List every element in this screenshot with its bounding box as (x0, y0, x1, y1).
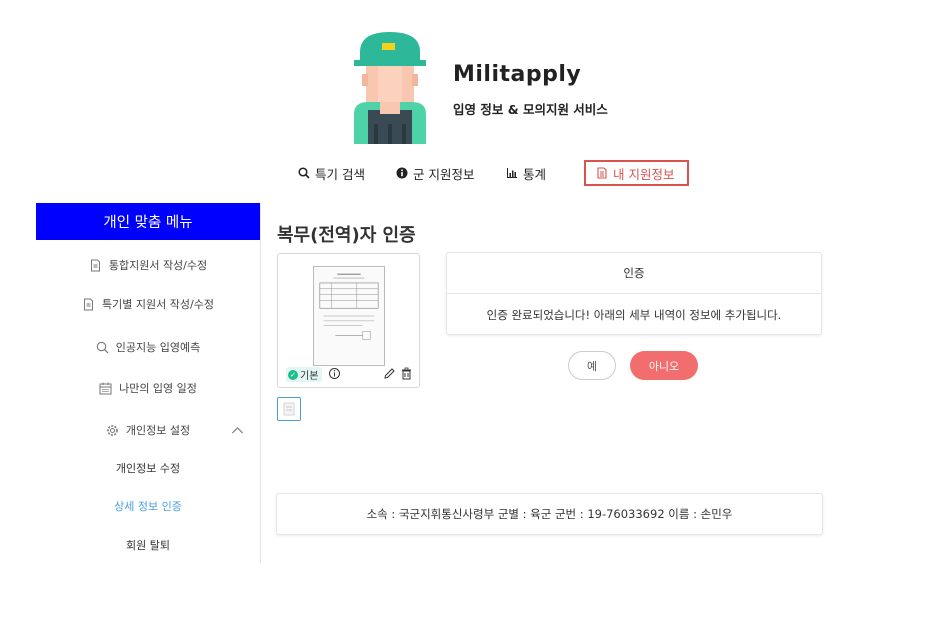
sidebar-item-label: 인공지능 입영예측 (115, 341, 201, 354)
check-circle-icon: ✓ (288, 369, 298, 380)
brand-title: Militapply (453, 62, 582, 87)
search-icon (96, 341, 109, 353)
document-card: ✓ 기본 (277, 253, 420, 388)
gear-icon (107, 424, 118, 436)
no-button[interactable]: 아니오 (630, 351, 698, 380)
verification-dialog: 인증 인증 완료되었습니다! 아래의 세부 내역이 정보에 추가됩니다. (446, 252, 822, 335)
document-icon (84, 298, 94, 310)
sidebar-subitem-edit-profile[interactable]: 개인정보 수정 (36, 457, 260, 479)
sidebar-item-my-schedule[interactable]: 나만의 입영 일정 (36, 376, 260, 400)
default-badge: ✓ 기본 (286, 367, 323, 382)
document-mini-thumbnail[interactable] (277, 397, 301, 421)
nav-statistics[interactable]: 통계 (506, 160, 546, 186)
nav-military-info[interactable]: 군 지원정보 (396, 160, 474, 186)
document-icon (90, 259, 100, 271)
service-info-bar: 소속 : 국군지휘통신사령부 군별 : 육군 군번 : 19-76033692 … (276, 493, 823, 535)
sidebar-item-label: 나만의 입영 일정 (119, 382, 197, 395)
nav-specialty-search[interactable]: 특기 검색 (298, 160, 365, 186)
yes-button[interactable]: 예 (568, 351, 616, 380)
nav-label: 내 지원정보 (613, 166, 675, 182)
info-circle-icon (396, 167, 408, 179)
brand-subtitle: 입영 정보 & 모의지원 서비스 (453, 102, 608, 117)
calendar-icon (99, 382, 112, 394)
document-thumbnail[interactable] (313, 266, 385, 366)
badge-label: 기본 (300, 371, 319, 382)
sidebar-item-specialty-application[interactable]: 특기별 지원서 작성/수정 (36, 292, 260, 316)
info-circle-icon[interactable] (328, 367, 341, 380)
sidebar-item-label: 통합지원서 작성/수정 (108, 259, 208, 272)
sidebar-item-label: 개인정보 설정 (125, 424, 191, 437)
page-title: 복무(전역)자 인증 (277, 225, 416, 246)
dialog-message: 인증 완료되었습니다! 아래의 세부 내역이 정보에 추가됩니다. (486, 307, 782, 322)
nav-label: 통계 (523, 166, 547, 182)
sidebar-item-integrated-application[interactable]: 통합지원서 작성/수정 (36, 253, 260, 277)
sidebar-header: 개인 맞춤 메뉴 (36, 203, 260, 240)
sidebar-item-personal-settings[interactable]: 개인정보 설정 (36, 418, 260, 442)
nav-my-application[interactable]: 내 지원정보 (584, 160, 689, 186)
search-icon (298, 167, 310, 179)
sidebar-item-ai-prediction[interactable]: 인공지능 입영예측 (36, 335, 260, 359)
logo-avatar (352, 30, 428, 144)
document-icon (597, 167, 607, 179)
sidebar: 개인 맞춤 메뉴 통합지원서 작성/수정 특기별 지원서 작성/수정 인공지능 … (36, 203, 261, 563)
sidebar-item-label: 특기별 지원서 작성/수정 (102, 298, 214, 311)
sidebar-subitem-detail-verification[interactable]: 상세 정보 인증 (36, 495, 260, 517)
pencil-icon[interactable] (383, 367, 396, 380)
document-icon (283, 402, 295, 416)
bar-chart-icon (507, 168, 517, 178)
nav-label: 군 지원정보 (413, 166, 475, 182)
trash-icon[interactable] (400, 367, 413, 380)
sidebar-subitem-withdraw[interactable]: 회원 탈퇴 (36, 534, 260, 556)
top-nav: 특기 검색 군 지원정보 통계 내 지원정보 (0, 160, 949, 186)
nav-label: 특기 검색 (315, 166, 365, 182)
chevron-up-icon[interactable] (231, 424, 244, 437)
dialog-title: 인증 (447, 253, 821, 294)
